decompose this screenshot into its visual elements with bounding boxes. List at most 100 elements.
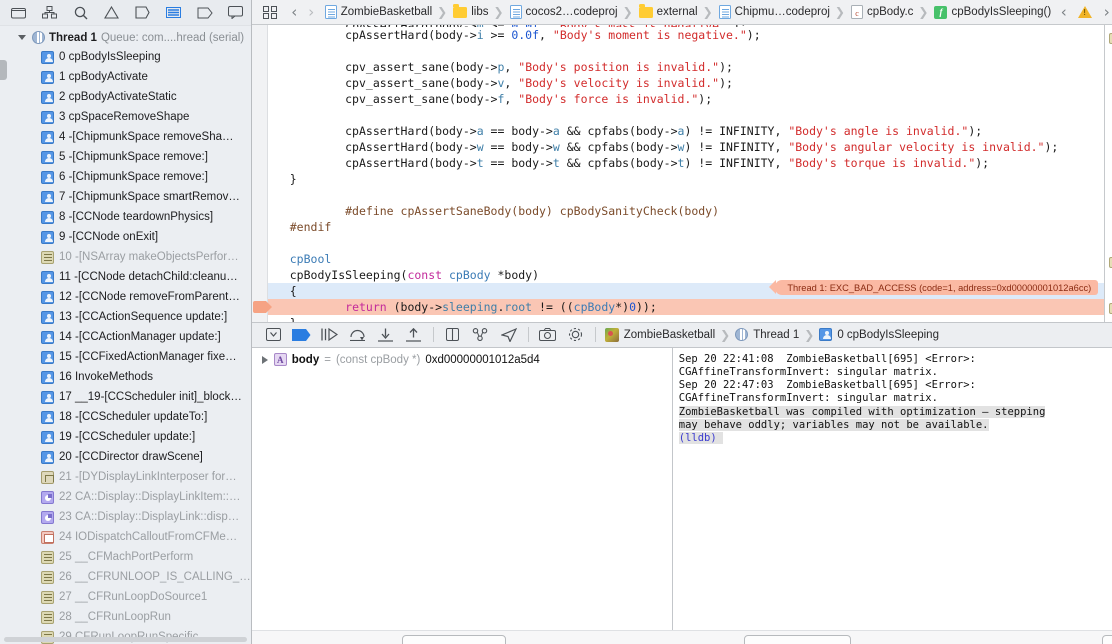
view-hierarchy-icon[interactable] bbox=[467, 324, 495, 346]
stack-frame-row[interactable]: 8 -[CCNode teardownPhysics] bbox=[0, 207, 251, 227]
debug-breadcrumb-item[interactable]: 0 cpBodyIsSleeping bbox=[815, 328, 943, 341]
error-annotation[interactable]: Thread 1: EXC_BAD_ACCESS (code=1, addres… bbox=[769, 280, 1099, 295]
forward-button[interactable]: › bbox=[303, 4, 320, 20]
step-out-icon[interactable] bbox=[400, 324, 428, 346]
back-button[interactable]: ‹ bbox=[286, 4, 303, 20]
breadcrumb-item[interactable]: c cpBody.c bbox=[846, 5, 917, 19]
code-line[interactable]: cpAssertHard(body->a == body->a && cpfab… bbox=[268, 123, 1104, 139]
stack-frame-row[interactable]: 19 -[CCScheduler update:] bbox=[0, 427, 251, 447]
tag-icon[interactable] bbox=[196, 5, 213, 20]
code-line[interactable] bbox=[268, 187, 1104, 203]
variable-row[interactable]: Abody = (const cpBody *) 0xd00000001012a5d4 bbox=[252, 348, 672, 368]
folder-icon[interactable] bbox=[10, 5, 27, 20]
code-line[interactable] bbox=[268, 43, 1104, 59]
related-items-icon[interactable] bbox=[260, 5, 280, 19]
breadcrumb-item[interactable]: cocos2…codeproj bbox=[505, 5, 622, 19]
code-line[interactable]: cpAssertHard(body->i >= 0.0f, "Body's mo… bbox=[268, 27, 1104, 43]
breakpoint-icon[interactable] bbox=[134, 5, 151, 20]
code-line[interactable]: #define cpAssertSaneBody(body) cpBodySan… bbox=[268, 203, 1104, 219]
stack-frame-row[interactable]: 21 -[DYDisplayLinkInterposer for… bbox=[0, 467, 251, 487]
code-line[interactable]: cpAssertHard(body->t == body->t && cpfab… bbox=[268, 155, 1104, 171]
hierarchy-icon[interactable] bbox=[41, 5, 58, 20]
source-code[interactable]: cpAssertHard(body->m >= 0.0f, "Body's ma… bbox=[252, 25, 1105, 322]
stack-frame-row[interactable]: 6 -[ChipmunkSpace remove:] bbox=[0, 167, 251, 187]
stack-frame-row[interactable]: 9 -[CCNode onExit] bbox=[0, 227, 251, 247]
stack-frame-row[interactable]: 14 -[CCActionManager update:] bbox=[0, 327, 251, 347]
stack-frame-row[interactable]: 4 -[ChipmunkSpace removeSha… bbox=[0, 127, 251, 147]
breadcrumb-item[interactable]: libs bbox=[448, 4, 492, 18]
continue-icon[interactable] bbox=[316, 324, 344, 346]
editor-gutter[interactable] bbox=[251, 25, 268, 322]
previous-issue-button[interactable]: ‹ bbox=[1055, 4, 1072, 20]
code-line[interactable]: #endif bbox=[268, 219, 1104, 235]
code-token: "Body's torque is invalid." bbox=[788, 156, 976, 170]
comment-icon[interactable] bbox=[227, 5, 244, 20]
stack-frame-row[interactable]: 28 __CFRunLoopRun bbox=[0, 607, 251, 627]
code-line[interactable]: cpv_assert_sane(body->v, "Body's velocit… bbox=[268, 75, 1104, 91]
debug-breadcrumb-item[interactable]: ZombieBasketball bbox=[601, 327, 719, 342]
stack-frame-row[interactable]: 10 -[NSArray makeObjectsPerfor… bbox=[0, 247, 251, 267]
stack-frame-row[interactable]: 25 __CFMachPortPerform bbox=[0, 547, 251, 567]
code-line[interactable]: cpv_assert_sane(body->f, "Body's force i… bbox=[268, 91, 1104, 107]
warning-icon[interactable] bbox=[103, 5, 120, 20]
breakpoint-arrow-icon[interactable] bbox=[252, 301, 272, 313]
stack-frame-row[interactable]: 3 cpSpaceRemoveShape bbox=[0, 107, 251, 127]
code-line-breakpoint[interactable]: return (body->sleeping.root != ((cpBody*… bbox=[252, 299, 1105, 315]
location-simulate-icon[interactable] bbox=[495, 324, 523, 346]
navigator-drag-handle[interactable] bbox=[0, 60, 7, 80]
debug-breadcrumb-item[interactable]: Thread 1 bbox=[731, 328, 803, 341]
code-line[interactable]: } bbox=[268, 171, 1104, 187]
stack-frame-row[interactable]: 22 CA::Display::DisplayLinkItem::… bbox=[0, 487, 251, 507]
stack-frame-row[interactable]: 2 cpBodyActivateStatic bbox=[0, 87, 251, 107]
stack-frame-row[interactable]: 27 __CFRunLoopDoSource1 bbox=[0, 587, 251, 607]
stack-frame-row[interactable]: 15 -[CCFixedActionManager fixe… bbox=[0, 347, 251, 367]
step-over-icon[interactable] bbox=[344, 324, 372, 346]
code-line[interactable] bbox=[268, 107, 1104, 123]
code-line[interactable] bbox=[268, 235, 1104, 251]
console-output[interactable]: Sep 20 22:41:08 ZombieBasketball[695] <E… bbox=[672, 347, 1112, 644]
secondary-editor-pane[interactable] bbox=[1104, 25, 1112, 322]
code-line[interactable]: } bbox=[268, 315, 1104, 322]
screenshot-icon[interactable] bbox=[534, 324, 562, 346]
code-line[interactable]: cpBool bbox=[268, 251, 1104, 267]
variables-view[interactable]: Abody = (const cpBody *) 0xd00000001012a5d4 bbox=[251, 347, 673, 644]
console-filter-field[interactable] bbox=[743, 635, 851, 644]
stack-frame-row[interactable]: 20 -[CCDirector drawScene] bbox=[0, 447, 251, 467]
breadcrumb-item[interactable]: ZombieBasketball bbox=[320, 5, 436, 19]
breadcrumb-item[interactable]: f cpBodyIsSleeping() bbox=[929, 5, 1055, 19]
warning-triangle-icon[interactable] bbox=[1078, 6, 1093, 18]
stack-frame-row[interactable]: 24 IODispatchCalloutFromCFMe… bbox=[0, 527, 251, 547]
stack-frame-row[interactable]: 0 cpBodyIsSleeping bbox=[0, 47, 251, 67]
stack-frame-row[interactable]: 18 -[CCScheduler updateTo:] bbox=[0, 407, 251, 427]
breadcrumb-item[interactable]: external bbox=[634, 4, 702, 18]
thread-row[interactable]: Thread 1 Queue: com....hread (serial) bbox=[0, 28, 251, 47]
debug-settings-icon[interactable] bbox=[562, 324, 590, 346]
stack-frame-row[interactable]: 12 -[CCNode removeFromParent… bbox=[0, 287, 251, 307]
step-into-icon[interactable] bbox=[372, 324, 400, 346]
stack-frame-row[interactable]: 23 CA::Display::DisplayLink::disp… bbox=[0, 507, 251, 527]
code-line[interactable]: cpv_assert_sane(body->p, "Body's positio… bbox=[268, 59, 1104, 75]
view-debugging-icon[interactable] bbox=[439, 324, 467, 346]
source-editor[interactable]: cpAssertHard(body->m >= 0.0f, "Body's ma… bbox=[251, 25, 1105, 322]
chevron-down-icon[interactable] bbox=[18, 33, 27, 42]
breadcrumb-item[interactable]: Chipmu…codeproj bbox=[714, 5, 834, 19]
console-split-button[interactable] bbox=[1102, 635, 1112, 644]
debug-navigator-icon[interactable] bbox=[165, 5, 182, 20]
call-stack-list[interactable]: Thread 1 Queue: com....hread (serial) 0 … bbox=[0, 26, 251, 644]
stack-frame-row[interactable]: 17 __19-[CCScheduler init]_block… bbox=[0, 387, 251, 407]
stack-frame-row[interactable]: 5 -[ChipmunkSpace remove:] bbox=[0, 147, 251, 167]
navigator-horizontal-scrollbar[interactable] bbox=[4, 637, 247, 642]
stack-frame-row[interactable]: 1 cpBodyActivate bbox=[0, 67, 251, 87]
stack-frame-row[interactable]: 7 -[ChipmunkSpace smartRemov… bbox=[0, 187, 251, 207]
search-icon[interactable] bbox=[72, 5, 89, 20]
variables-filter-field[interactable] bbox=[401, 635, 506, 644]
stack-frame-row[interactable]: 11 -[CCNode detachChild:cleanu… bbox=[0, 267, 251, 287]
stack-frame-row[interactable]: 16 InvokeMethods bbox=[0, 367, 251, 387]
stack-frame-row[interactable]: 26 __CFRUNLOOP_IS_CALLING_… bbox=[0, 567, 251, 587]
chevron-right-icon[interactable] bbox=[261, 355, 268, 364]
hide-debug-area-icon[interactable] bbox=[260, 324, 288, 346]
next-issue-button[interactable]: › bbox=[1098, 4, 1112, 20]
code-line[interactable]: cpAssertHard(body->w == body->w && cpfab… bbox=[268, 139, 1104, 155]
breakpoint-toggle-icon[interactable] bbox=[288, 324, 316, 346]
stack-frame-row[interactable]: 13 -[CCActionSequence update:] bbox=[0, 307, 251, 327]
